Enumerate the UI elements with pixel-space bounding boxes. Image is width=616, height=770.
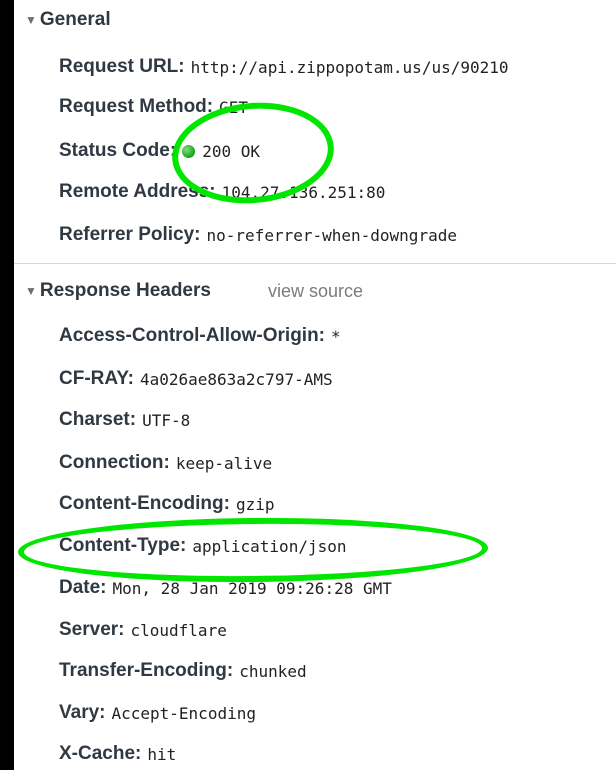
header-value: http://api.zippopotam.us/us/90210 [190, 57, 509, 77]
general-row-request-url: Request URL: http://api.zippopotam.us/us… [59, 52, 509, 82]
response-headers-section-header[interactable]: ▼ Response Headers view source [14, 275, 616, 307]
header-key: Referrer Policy: [59, 224, 201, 245]
section-divider [14, 263, 616, 264]
response-row-content-type: Content-Type: application/json [59, 531, 346, 561]
header-value: 200 OK [202, 141, 260, 161]
devtools-headers-panel: ▼ General Request URL: http://api.zippop… [14, 0, 616, 770]
response-row: Content-Encoding: gzip [59, 489, 275, 519]
header-value: keep-alive [175, 453, 273, 473]
header-value: UTF-8 [142, 410, 191, 430]
expand-triangle-icon[interactable]: ▼ [25, 13, 37, 27]
general-row-remote-address: Remote Address: 104.27.136.251:80 [59, 177, 385, 207]
view-source-link[interactable]: view source [268, 281, 363, 302]
general-row-request-method: Request Method: GET [59, 92, 248, 122]
header-value: * [331, 326, 341, 346]
header-key: Server: [59, 619, 125, 640]
response-row: X-Cache: hit [59, 739, 176, 769]
header-key: Access-Control-Allow-Origin: [59, 325, 326, 346]
header-key: Content-Encoding: [59, 493, 230, 514]
response-row: CF-RAY: 4a026ae863a2c797-AMS [59, 364, 333, 394]
general-row-referrer-policy: Referrer Policy: no-referrer-when-downgr… [59, 220, 457, 250]
header-value: chunked [239, 661, 307, 681]
header-key: Request Method: [59, 96, 214, 117]
header-key: Status Code: [59, 140, 177, 161]
header-value: 104.27.136.251:80 [221, 182, 386, 202]
general-title: General [39, 9, 111, 30]
response-row: Connection: keep-alive [59, 448, 272, 478]
header-key: Vary: [59, 702, 106, 723]
header-key: Date: [59, 577, 107, 598]
response-row: Server: cloudflare [59, 615, 227, 645]
response-row: Date: Mon, 28 Jan 2019 09:26:28 GMT [59, 573, 392, 603]
header-value: cloudflare [130, 620, 227, 640]
header-value: hit [147, 744, 177, 764]
response-headers-title: Response Headers [39, 280, 211, 301]
response-row: Transfer-Encoding: chunked [59, 656, 307, 686]
general-section-header[interactable]: ▼ General [14, 4, 616, 36]
response-row: Access-Control-Allow-Origin: * [59, 321, 341, 351]
status-ok-dot-icon [182, 144, 196, 158]
response-row: Vary: Accept-Encoding [59, 698, 256, 728]
header-key: CF-RAY: [59, 368, 134, 389]
header-value: Mon, 28 Jan 2019 09:26:28 GMT [112, 578, 392, 598]
header-value: Accept-Encoding [111, 703, 256, 723]
header-value: 4a026ae863a2c797-AMS [139, 369, 333, 389]
response-row: Charset: UTF-8 [59, 405, 190, 435]
expand-triangle-icon[interactable]: ▼ [25, 284, 37, 298]
header-value: application/json [192, 536, 347, 556]
header-key: Request URL: [59, 56, 185, 77]
header-value: gzip [235, 494, 275, 514]
general-row-status-code: Status Code: 200 OK [59, 136, 260, 166]
header-key: X-Cache: [59, 743, 142, 764]
header-key: Connection: [59, 452, 170, 473]
header-key: Transfer-Encoding: [59, 660, 234, 681]
header-key: Remote Address: [59, 181, 216, 202]
header-value: no-referrer-when-downgrade [206, 225, 457, 245]
header-key: Content-Type: [59, 535, 187, 556]
header-value: GET [219, 97, 249, 117]
header-key: Charset: [59, 409, 137, 430]
